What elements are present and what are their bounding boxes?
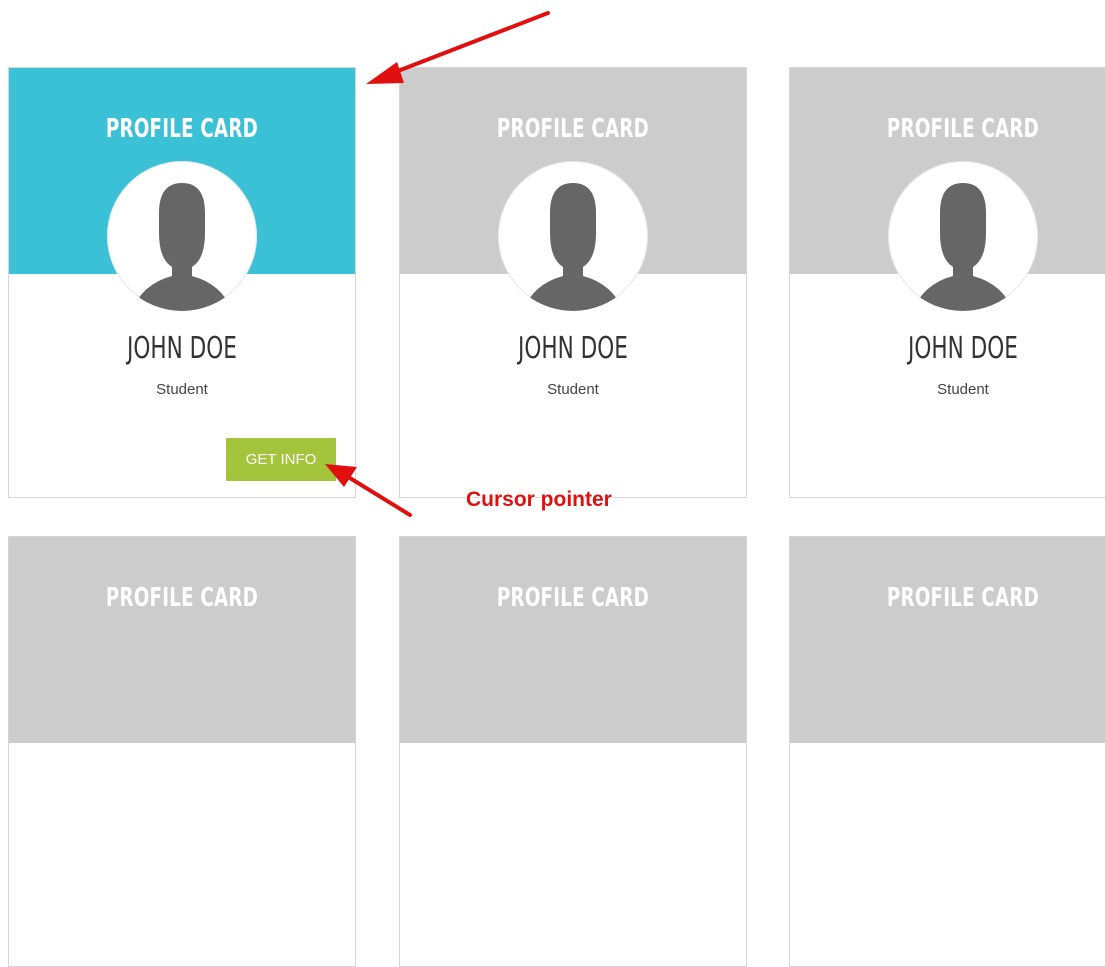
profile-card-4: PROFILE CARD [8,536,356,967]
profile-name: JOHN DOE [518,331,628,366]
card-title: PROFILE CARD [105,114,259,144]
annotation-label: Cursor pointer [466,488,612,511]
profile-card-6: PROFILE CARD [789,536,1105,967]
card-header [400,537,746,743]
profile-name: JOHN DOE [908,331,1018,366]
profile-name: JOHN DOE [127,331,237,366]
card-header [9,537,355,743]
profile-card-5: PROFILE CARD [399,536,747,967]
user-silhouette-icon [523,183,623,311]
card-title: PROFILE CARD [886,114,1040,144]
profile-card-1: PROFILE CARD JOHN DOE Student GET INFO [8,67,356,498]
avatar [888,161,1038,311]
profile-card-3: PROFILE CARD JOHN DOE Student [789,67,1105,498]
card-title: PROFILE CARD [496,583,650,613]
profile-card-2: PROFILE CARD JOHN DOE Student [399,67,747,498]
user-silhouette-icon [913,183,1013,311]
card-header [790,537,1105,743]
avatar [498,161,648,311]
user-silhouette-icon [132,183,232,311]
profile-role: Student [547,381,599,398]
get-info-button[interactable]: GET INFO [226,438,336,481]
card-title: PROFILE CARD [886,583,1040,613]
card-title: PROFILE CARD [105,583,259,613]
avatar [107,161,257,311]
profile-role: Student [156,381,208,398]
profile-role: Student [937,381,989,398]
card-title: PROFILE CARD [496,114,650,144]
